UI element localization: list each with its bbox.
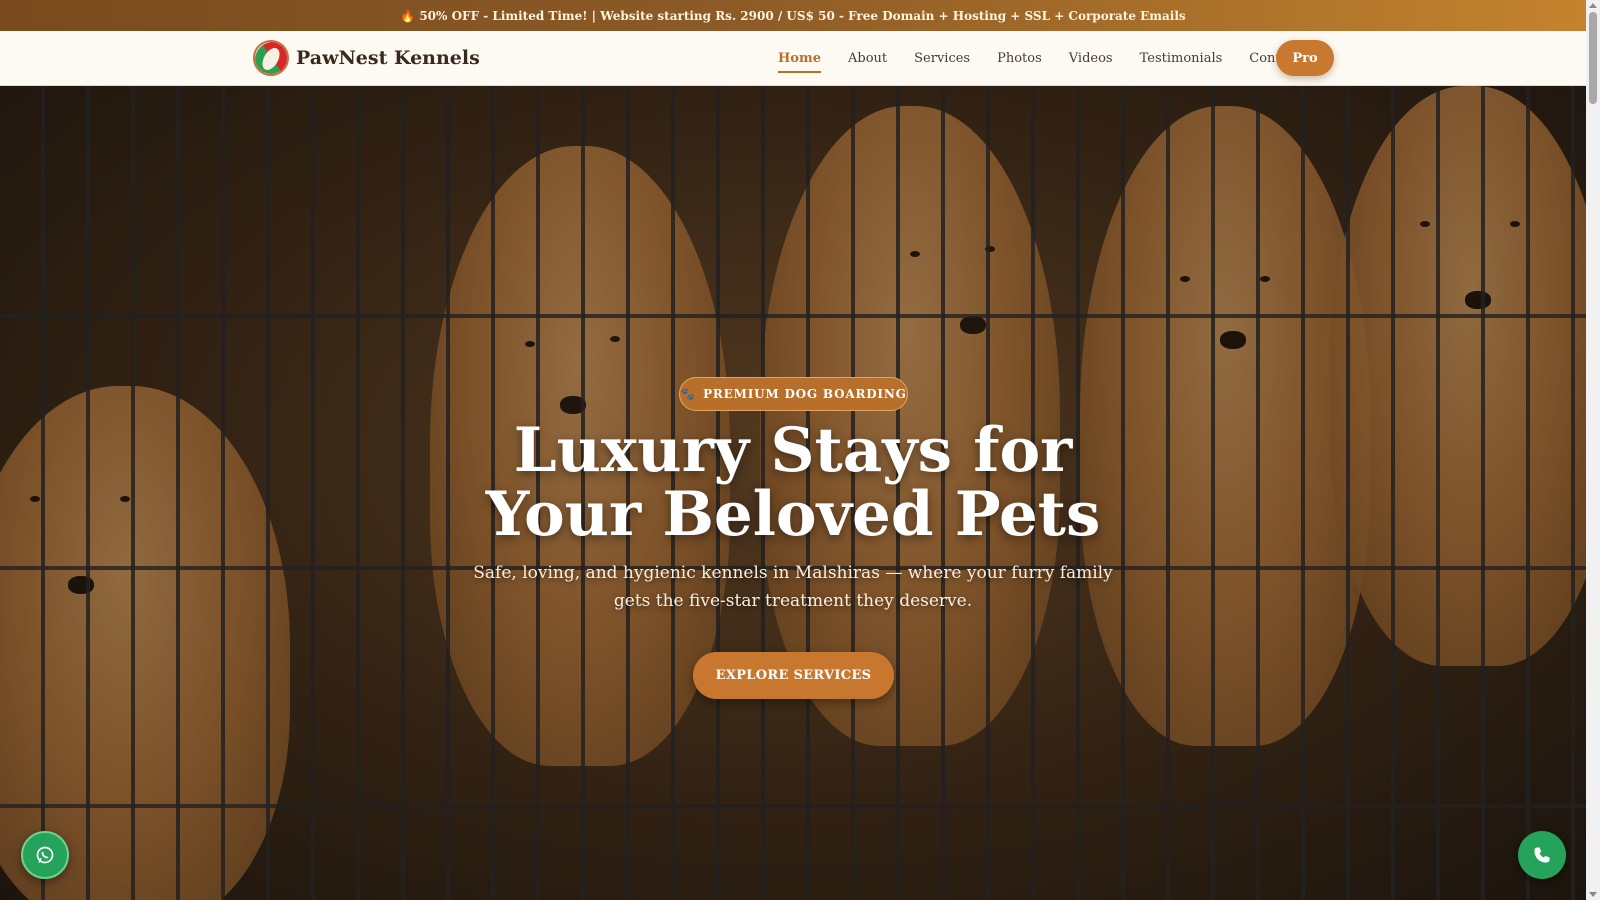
main-menu: Home About Services Photos Videos Testim… xyxy=(778,31,1328,86)
navbar: PawNest Kennels Home About Services Phot… xyxy=(0,31,1586,86)
scroll-down-arrow-icon[interactable] xyxy=(1589,892,1597,897)
hero-badge: 🐾 PREMIUM DOG BOARDING xyxy=(679,377,908,411)
pro-button[interactable]: Pro xyxy=(1276,40,1334,76)
paw-icon: 🐾 xyxy=(680,387,697,401)
hero-badge-label: PREMIUM DOG BOARDING xyxy=(703,387,907,401)
nav-item-home[interactable]: Home xyxy=(778,51,821,73)
hero-subtitle: Safe, loving, and hygienic kennels in Ma… xyxy=(473,563,1113,611)
scrollbar-thumb[interactable] xyxy=(1589,12,1597,104)
nav-item-testimonials[interactable]: Testimonials xyxy=(1140,51,1223,66)
nav-item-videos[interactable]: Videos xyxy=(1069,51,1113,66)
nav-item-photos[interactable]: Photos xyxy=(997,51,1042,66)
promo-banner: 🔥 50% OFF - Limited Time! | Website star… xyxy=(0,0,1586,31)
hero-section: 🐾 PREMIUM DOG BOARDING Luxury Stays for … xyxy=(0,86,1586,900)
brand-name: PawNest Kennels xyxy=(296,47,480,69)
brand[interactable]: PawNest Kennels xyxy=(253,40,480,76)
whatsapp-icon xyxy=(36,846,54,864)
explore-services-button[interactable]: EXPLORE SERVICES xyxy=(693,652,894,699)
phone-icon xyxy=(1534,847,1550,863)
brand-logo-icon xyxy=(253,40,289,76)
hero-title: Luxury Stays for Your Beloved Pets xyxy=(485,415,1101,550)
call-button[interactable] xyxy=(1518,831,1566,879)
fire-icon: 🔥 xyxy=(400,8,416,23)
nav-item-about[interactable]: About xyxy=(848,51,887,66)
nav-item-services[interactable]: Services xyxy=(914,51,970,66)
promo-text: 50% OFF - Limited Time! | Website starti… xyxy=(419,8,1186,23)
page-scrollbar[interactable] xyxy=(1586,0,1600,900)
whatsapp-button[interactable] xyxy=(21,831,69,879)
scroll-up-arrow-icon[interactable] xyxy=(1589,3,1597,8)
